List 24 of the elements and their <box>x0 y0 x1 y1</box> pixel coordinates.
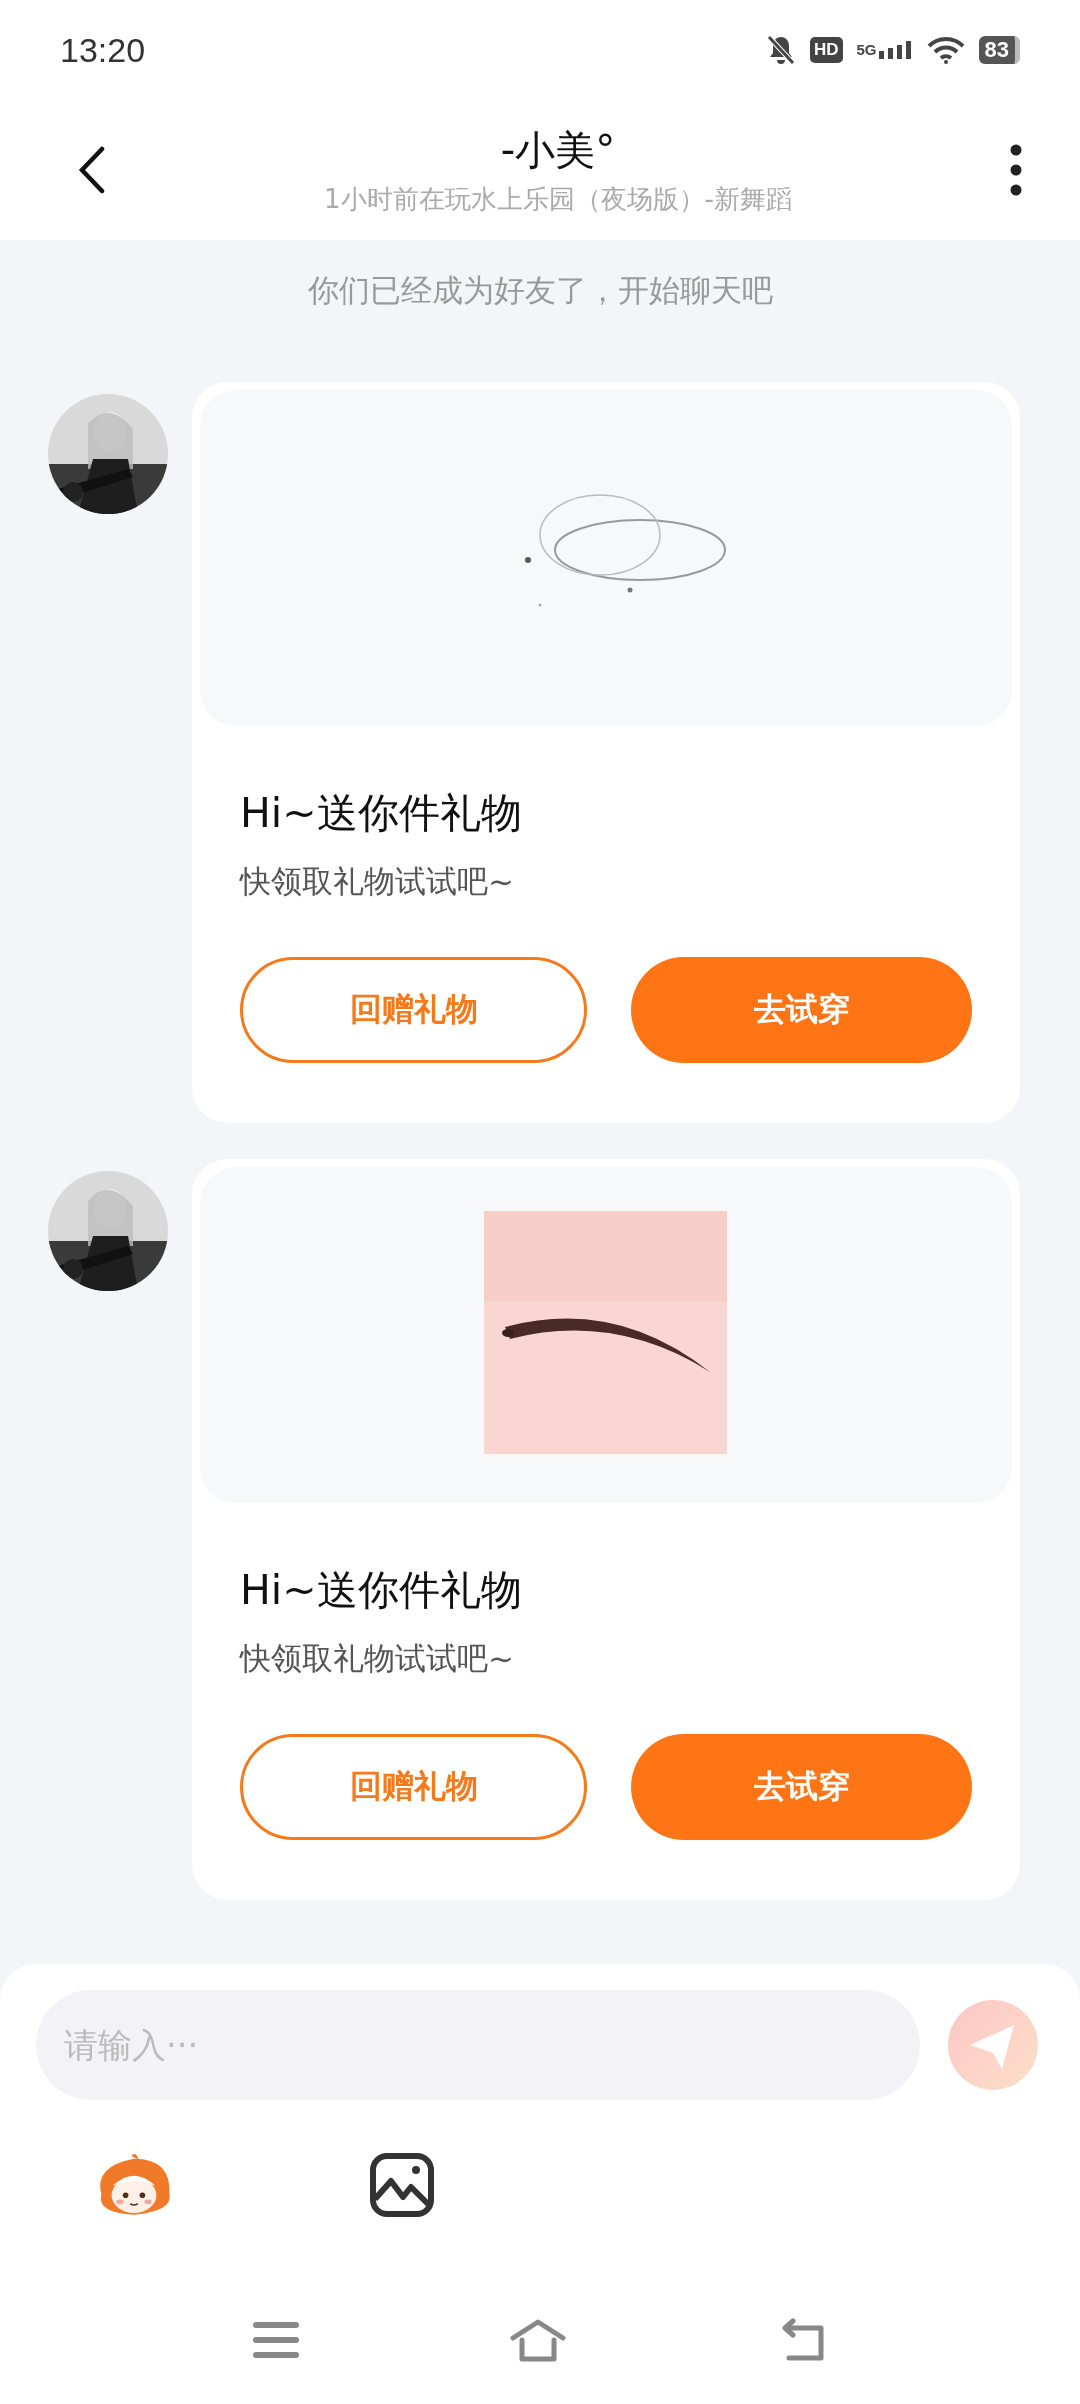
status-time: 13:20 <box>60 30 146 70</box>
signal-icon <box>878 41 913 59</box>
return-gift-button[interactable]: 回赠礼物 <box>240 1734 587 1840</box>
message-input[interactable]: 请输入··· <box>36 1990 920 2100</box>
gift-message: 快领取礼物试试吧~ <box>240 862 515 901</box>
hd-badge: HD <box>809 37 843 63</box>
gift-title: Hi~送你件礼物 <box>240 1565 523 1616</box>
menu-icon[interactable] <box>253 2321 299 2359</box>
more-icon[interactable] <box>1010 144 1022 196</box>
bell-off-icon <box>765 34 796 66</box>
gift-message: 快领取礼物试试吧~ <box>240 1639 515 1678</box>
try-on-button[interactable]: 去试穿 <box>631 957 972 1063</box>
wifi-icon <box>926 36 965 64</box>
gift-title: Hi~送你件礼物 <box>240 788 523 839</box>
battery-icon: 83 <box>978 36 1020 64</box>
chat-title: -小美° <box>500 126 616 175</box>
home-icon[interactable] <box>509 2318 567 2362</box>
system-notice: 你们已经成为好友了，开始聊天吧 <box>307 271 773 310</box>
image-icon[interactable] <box>370 2153 434 2217</box>
try-on-button[interactable]: 去试穿 <box>631 1734 972 1840</box>
status-subtitle: 1小时前在玩水上乐园（夜场版）-新舞蹈 <box>324 183 792 216</box>
back-icon[interactable] <box>78 146 106 194</box>
network-label: 5G <box>856 41 877 58</box>
return-gift-button[interactable]: 回赠礼物 <box>240 957 587 1063</box>
